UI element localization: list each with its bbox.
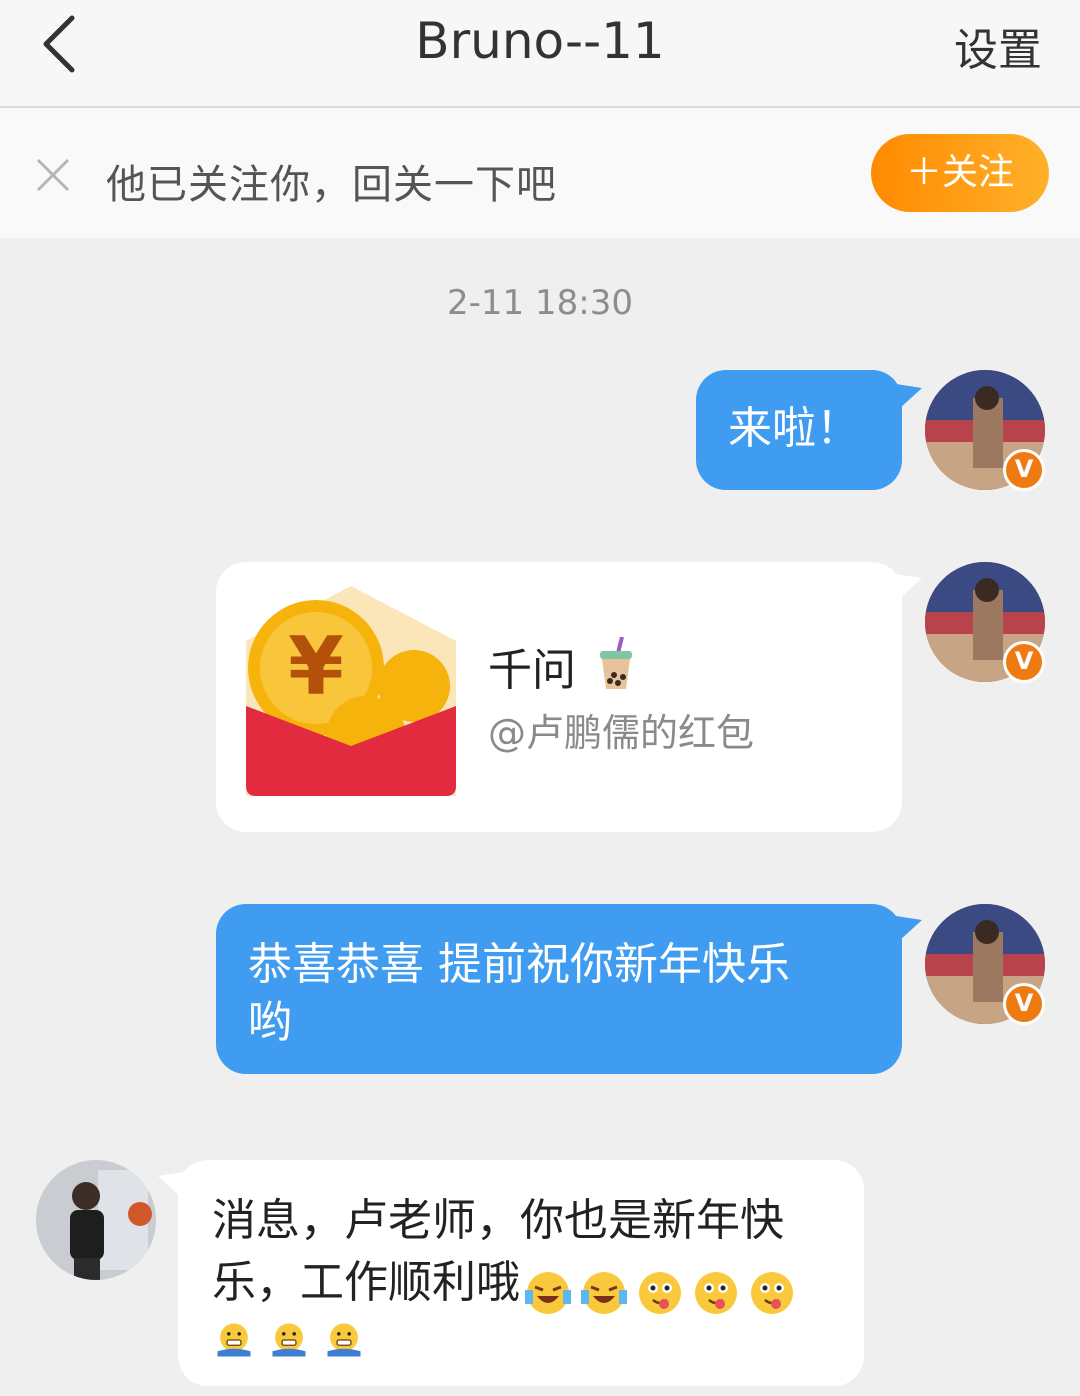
follow-back-button[interactable]: ＋关注 (871, 134, 1049, 212)
bubble-tea-icon (600, 636, 632, 689)
red-packet-name: 千问 (488, 634, 636, 698)
tongue-out-emoji-icon (751, 1271, 794, 1314)
bubble-tail (158, 1172, 184, 1196)
top-bar: Bruno--11 设置 (0, 0, 1080, 108)
message-timestamp: 2-11 18:30 (447, 283, 633, 323)
message-text-line-1: 恭喜恭喜 提前祝你新年快乐 (248, 939, 790, 990)
red-packet-title: 千问 (488, 645, 576, 696)
bubble-tail (896, 916, 922, 940)
svg-text:¥: ¥ (288, 620, 344, 713)
grimace-hug-emoji-icon (217, 1323, 251, 1357)
settings-button[interactable]: 设置 (954, 14, 1042, 78)
verified-badge-icon: V (1003, 641, 1045, 683)
tongue-out-emoji-icon (695, 1271, 738, 1314)
red-packet-card[interactable]: ¥ 千问 @卢鹏儒的红包 (216, 562, 902, 832)
verified-badge-icon: V (1003, 449, 1045, 491)
bubble-tail (896, 574, 922, 598)
received-message-bubble[interactable]: 消息，卢老师，你也是新年快 乐，工作顺利哦 (178, 1160, 864, 1386)
verified-badge-icon: V (1003, 983, 1045, 1025)
message-text-line-2: 哟 (248, 997, 292, 1048)
bubble-tail (896, 384, 922, 408)
message-text-line-2: 乐，工作顺利哦 (212, 1257, 520, 1308)
laughing-tears-emoji-icon (581, 1271, 628, 1314)
contact-avatar[interactable] (36, 1160, 156, 1280)
close-icon[interactable] (36, 158, 70, 192)
sent-message-bubble[interactable]: 恭喜恭喜 提前祝你新年快乐 哟 (216, 904, 902, 1074)
grimace-hug-emoji-icon (272, 1323, 306, 1357)
message-line-2: 乐，工作顺利哦 (212, 1252, 800, 1316)
page-title: Bruno--11 (415, 12, 665, 70)
red-packet-subtitle: @卢鹏儒的红包 (488, 711, 755, 755)
tongue-out-emoji-icon (639, 1271, 682, 1314)
message-text: 来啦！ (728, 403, 860, 454)
message-text-line-1: 消息，卢老师，你也是新年快 (212, 1195, 784, 1246)
grimace-hug-emoji-icon (327, 1323, 361, 1357)
follow-notice-text: 他已关注你，回关一下吧 (106, 162, 557, 208)
sent-message-bubble[interactable]: 来啦！ (696, 370, 902, 490)
red-packet-icon: ¥ (246, 586, 456, 796)
emoji-row (214, 1320, 369, 1360)
laughing-tears-emoji-icon (525, 1271, 572, 1314)
